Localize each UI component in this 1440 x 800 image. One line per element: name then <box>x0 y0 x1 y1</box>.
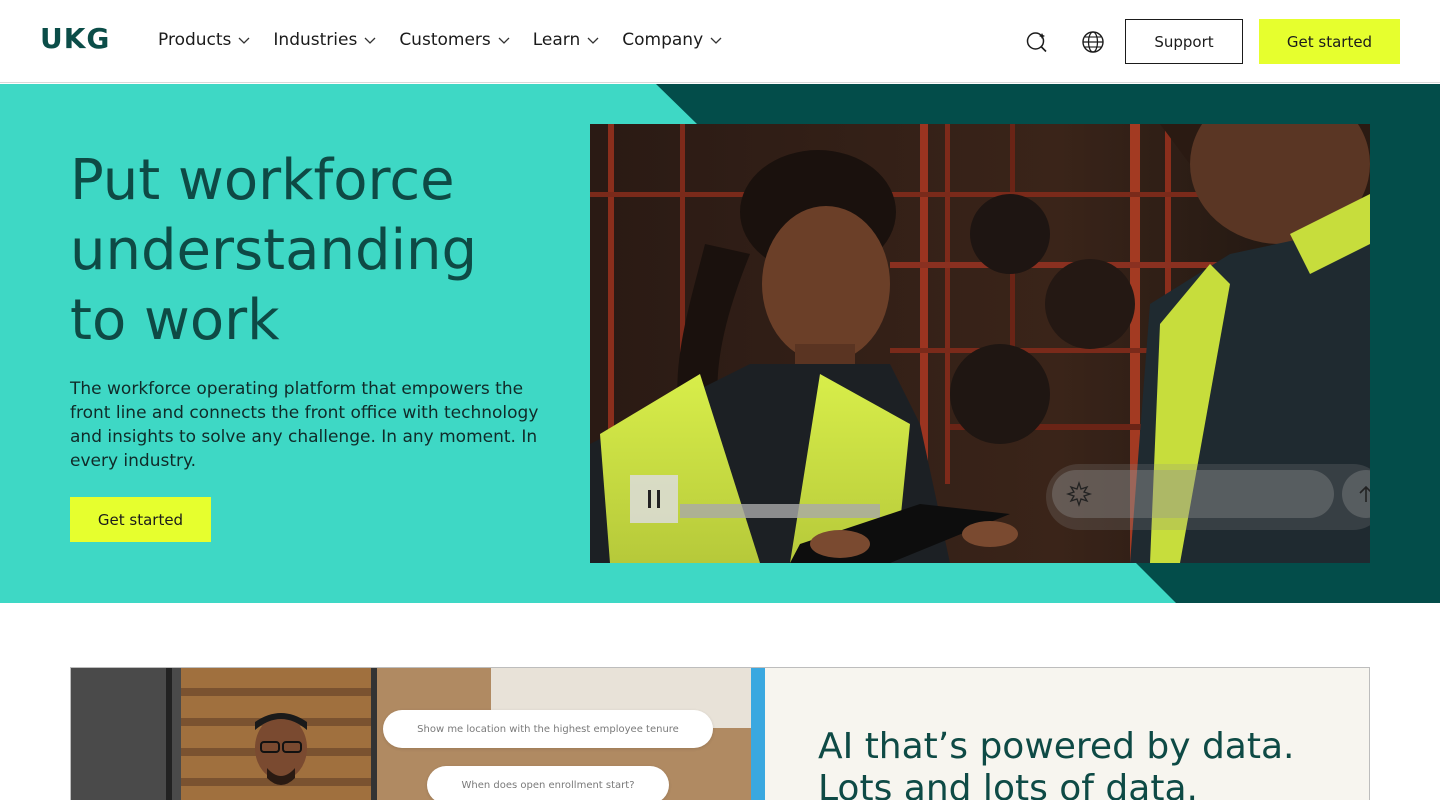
main-nav: Products Industries Customers Learn Comp… <box>158 30 723 50</box>
pause-video-button[interactable] <box>630 475 678 523</box>
search-icon[interactable] <box>1025 30 1049 54</box>
support-button[interactable]: Support <box>1125 19 1243 64</box>
feature-image: Show me location with the highest employ… <box>71 668 765 800</box>
nav-customers-label: Customers <box>399 30 491 50</box>
nav-company[interactable]: Company <box>622 30 723 50</box>
ai-feature-card: Show me location with the highest employ… <box>70 667 1370 800</box>
pause-icon-bar <box>657 490 660 508</box>
ai-prompt-bubble: When does open enrollment start? <box>427 766 669 800</box>
arrow-up-icon <box>1359 485 1370 502</box>
sparkle-icon <box>1065 480 1093 508</box>
globe-icon[interactable] <box>1081 30 1105 54</box>
nav-products-label: Products <box>158 30 232 50</box>
hero-description: The workforce operating platform that em… <box>70 379 539 471</box>
nav-company-label: Company <box>622 30 704 50</box>
pause-icon <box>648 490 651 508</box>
hero-title: Put workforce understanding to work <box>70 148 478 353</box>
chevron-down-icon <box>587 37 599 44</box>
nav-industries[interactable]: Industries <box>273 30 377 50</box>
nav-learn-label: Learn <box>532 30 581 50</box>
hero-section: Put workforce understanding to work The … <box>0 84 1440 603</box>
ukg-logo[interactable]: UKG <box>40 22 110 55</box>
chevron-down-icon <box>364 37 376 44</box>
feature-title: AI that’s powered by data. Lots and lots… <box>818 726 1295 800</box>
chevron-down-icon <box>238 37 250 44</box>
ai-chat-input[interactable] <box>1052 470 1334 518</box>
nav-products[interactable]: Products <box>158 30 251 50</box>
nav-industries-label: Industries <box>273 30 358 50</box>
hero-video[interactable] <box>590 124 1370 563</box>
nav-learn[interactable]: Learn <box>533 30 601 50</box>
get-started-hero-button[interactable]: Get started <box>70 497 211 542</box>
feature-accent-bar <box>751 668 765 800</box>
ai-prompt-bubble: Show me location with the highest employ… <box>383 710 713 748</box>
site-header: UKG Products Industries Customers Learn … <box>0 0 1440 83</box>
get-started-header-button[interactable]: Get started <box>1259 19 1400 64</box>
chevron-down-icon <box>498 37 510 44</box>
chevron-down-icon <box>710 37 722 44</box>
nav-customers[interactable]: Customers <box>399 30 510 50</box>
